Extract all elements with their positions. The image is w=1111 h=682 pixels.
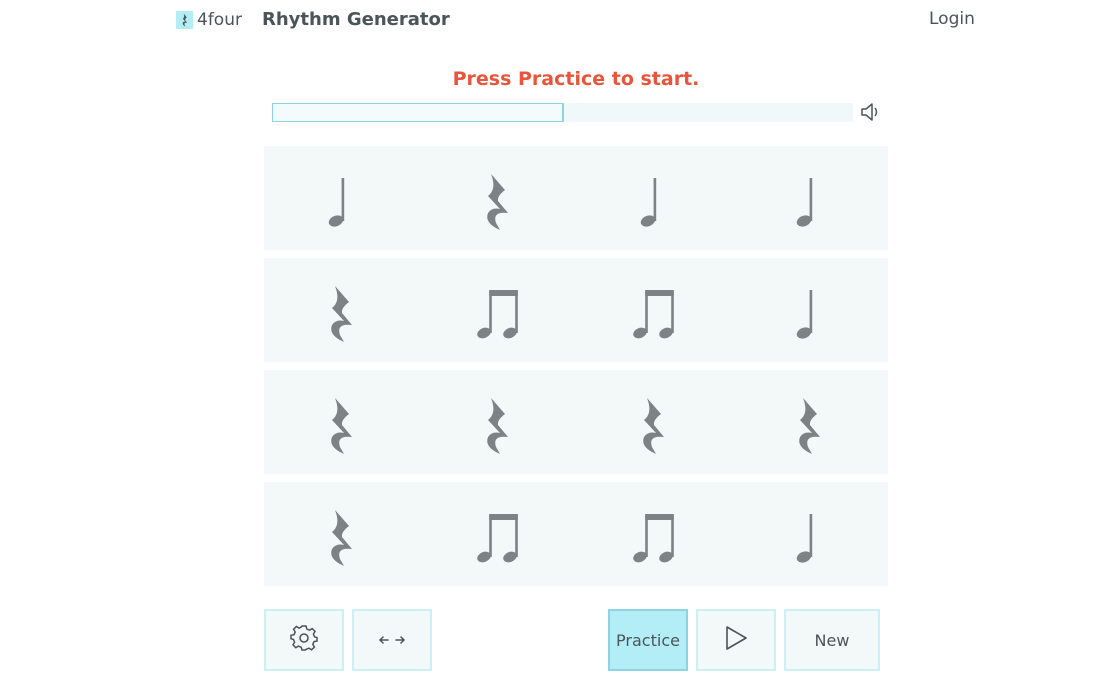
- eighth-note-pair-icon: [630, 504, 680, 568]
- speaker-icon[interactable]: [860, 102, 882, 122]
- quarter-note-icon: [630, 168, 680, 232]
- measure-row: [264, 146, 888, 250]
- gear-icon: [290, 624, 318, 656]
- quarter-note-icon: [318, 168, 368, 232]
- play-button[interactable]: [696, 609, 776, 671]
- login-link[interactable]: Login: [929, 9, 975, 29]
- quarter-rest-icon: [176, 11, 193, 29]
- practice-label: Practice: [616, 630, 680, 650]
- quarter-rest-icon: [318, 392, 368, 456]
- quarter-rest-icon: [318, 280, 368, 344]
- progress-fill: [272, 103, 563, 122]
- measure-row: [264, 370, 888, 474]
- new-button[interactable]: New: [784, 609, 880, 671]
- quarter-rest-icon: [474, 168, 524, 232]
- status-message: Press Practice to start.: [452, 68, 700, 90]
- measure-row: [264, 482, 888, 586]
- logo[interactable]: 4four: [176, 10, 242, 30]
- settings-button[interactable]: [264, 609, 344, 671]
- quarter-rest-icon: [318, 504, 368, 568]
- eighth-note-pair-icon: [474, 280, 524, 344]
- quarter-note-icon: [786, 280, 836, 344]
- new-label: New: [814, 630, 850, 650]
- quarter-note-icon: [786, 168, 836, 232]
- logo-text: 4four: [197, 10, 242, 30]
- quarter-rest-icon: [786, 392, 836, 456]
- eighth-note-pair-icon: [630, 280, 680, 344]
- left-right-arrow-icon: [378, 631, 406, 650]
- top-bar: 4four Rhythm Generator Login: [0, 0, 1111, 40]
- quarter-rest-icon: [630, 392, 680, 456]
- swap-button[interactable]: [352, 609, 432, 671]
- measure-row: [264, 258, 888, 362]
- quarter-rest-icon: [474, 392, 524, 456]
- progress-bar: [272, 103, 853, 122]
- play-icon: [723, 624, 749, 656]
- app-title: Rhythm Generator: [262, 9, 450, 30]
- practice-button[interactable]: Practice: [608, 609, 688, 671]
- quarter-note-icon: [786, 504, 836, 568]
- eighth-note-pair-icon: [474, 504, 524, 568]
- progress-marker: [562, 103, 564, 122]
